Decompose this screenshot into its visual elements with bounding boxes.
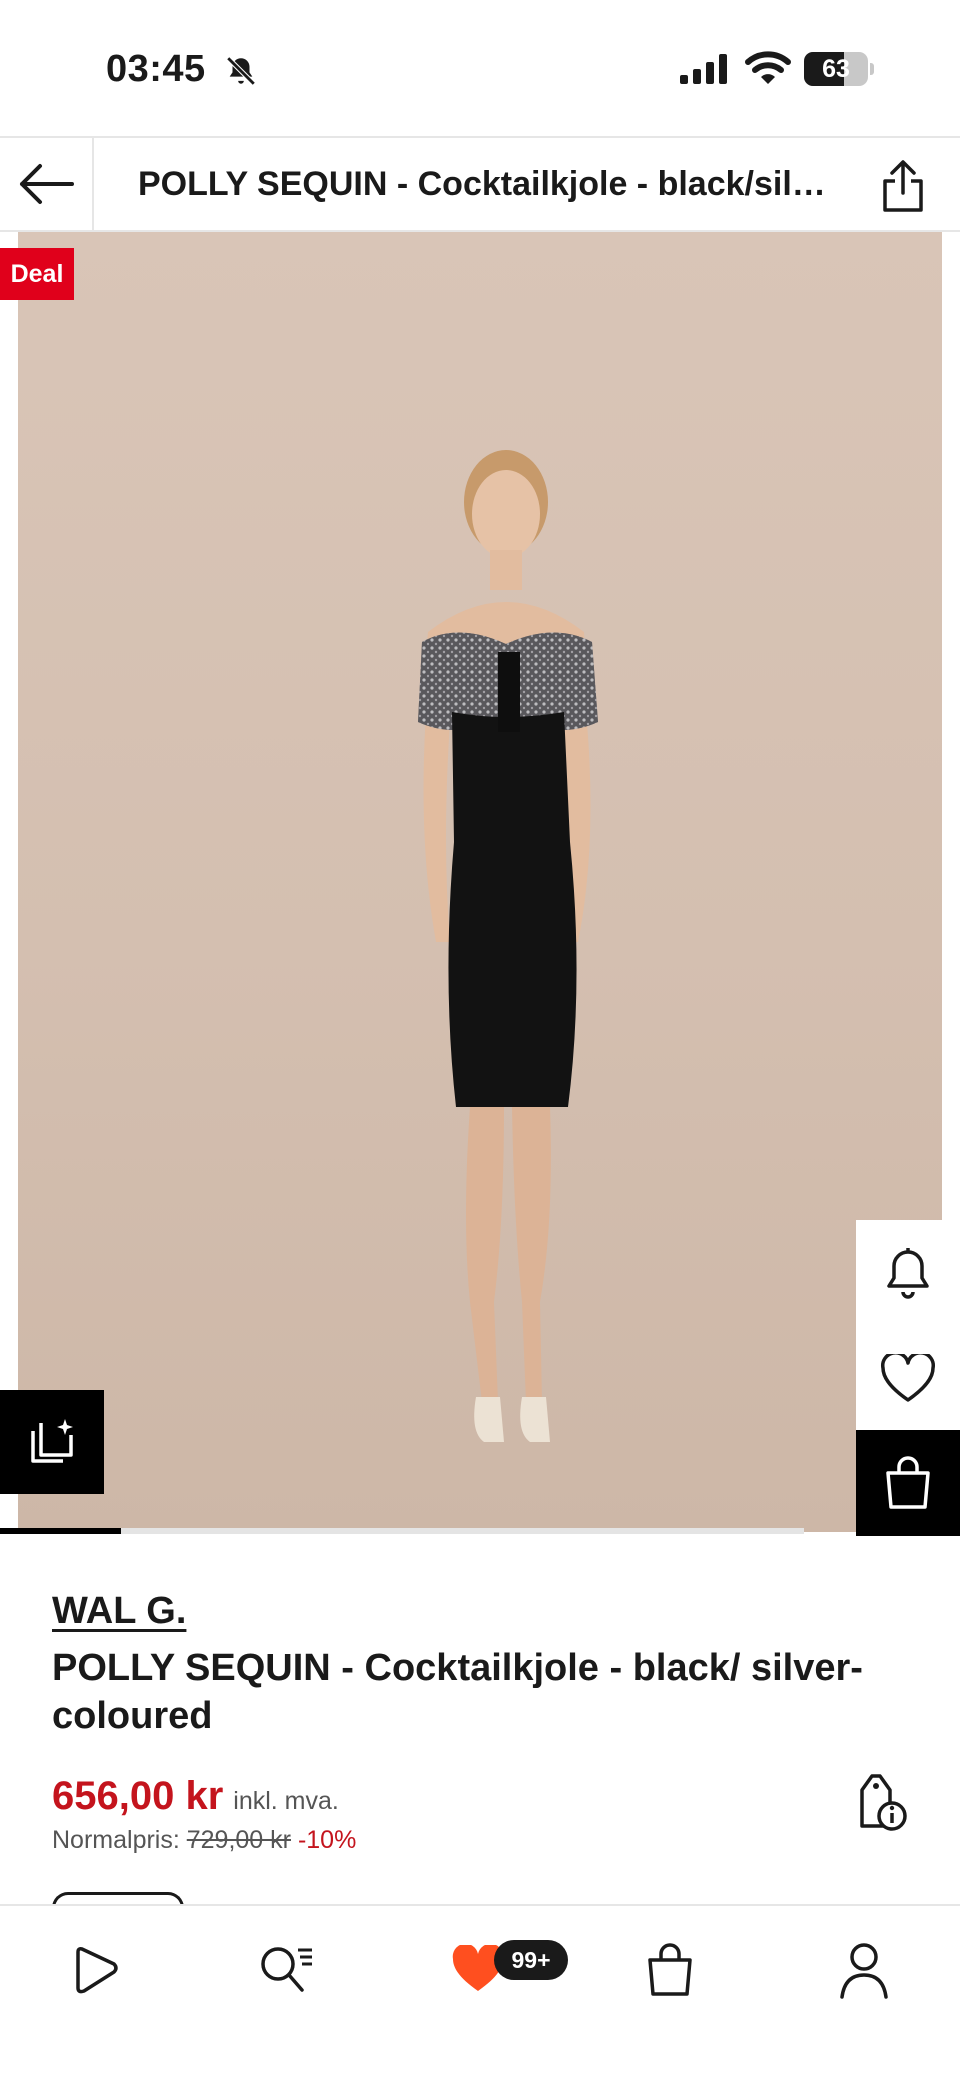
wifi-icon xyxy=(745,51,791,84)
share-icon xyxy=(883,160,923,212)
back-button[interactable] xyxy=(0,138,94,230)
share-button[interactable] xyxy=(870,156,936,216)
similar-items-button[interactable] xyxy=(0,1390,104,1494)
similar-items-icon xyxy=(31,1419,73,1463)
tab-bag[interactable] xyxy=(622,1930,718,2010)
gallery-progress-bar xyxy=(0,1528,804,1534)
status-time: 03:45 xyxy=(106,48,206,90)
home-icon xyxy=(76,1947,118,1994)
tab-home[interactable] xyxy=(48,1930,144,2010)
current-price: 656,00 kr xyxy=(52,1774,224,1818)
normal-price-row: Normalpris: 729,00 kr -10% xyxy=(52,1826,356,1855)
price-info-button[interactable] xyxy=(852,1772,908,1832)
status-bar: 03:45 63 xyxy=(0,0,960,136)
price-tag-info-icon xyxy=(860,1774,907,1831)
price-row: 656,00 kr inkl. mva. xyxy=(52,1774,339,1819)
vat-note: inkl. mva. xyxy=(233,1787,339,1815)
bag-icon xyxy=(648,1943,692,1996)
search-icon xyxy=(261,1947,312,1992)
shopping-bag-icon xyxy=(886,1456,930,1509)
product-title: POLLY SEQUIN - Cocktailkjole - black/ si… xyxy=(52,1647,863,1737)
signal-icon xyxy=(680,54,727,84)
add-to-bag-button[interactable] xyxy=(856,1430,960,1536)
product-side-actions xyxy=(856,1220,960,1536)
bell-muted-icon xyxy=(226,56,256,86)
deal-badge: Deal xyxy=(0,248,74,300)
price-alert-button[interactable] xyxy=(856,1220,960,1326)
model-photo xyxy=(418,450,598,1442)
product-image[interactable] xyxy=(18,232,942,1532)
account-icon xyxy=(840,1943,888,1999)
tab-search[interactable] xyxy=(238,1930,334,2010)
arrow-left-icon xyxy=(20,164,74,204)
bell-icon xyxy=(887,1248,929,1299)
normal-price-label: Normalpris: xyxy=(52,1826,180,1854)
bottom-tab-bar: 99+ xyxy=(0,1904,960,2086)
gallery-progress-fill xyxy=(0,1528,121,1534)
top-nav: POLLY SEQUIN - Cocktailkjole - black/sil… xyxy=(0,136,960,232)
wishlist-count-badge: 99+ xyxy=(494,1940,568,1980)
old-price: 729,00 kr xyxy=(186,1826,291,1854)
tab-account[interactable] xyxy=(816,1930,912,2010)
page-title: POLLY SEQUIN - Cocktailkjole - black/sil… xyxy=(138,165,838,203)
add-to-wishlist-button[interactable] xyxy=(856,1326,960,1432)
discount-badge: -10% xyxy=(297,1826,357,1854)
brand-link[interactable]: WAL G. xyxy=(52,1590,186,1633)
battery-icon: 63 xyxy=(804,52,874,86)
heart-icon xyxy=(881,1354,935,1402)
battery-level: 63 xyxy=(822,55,850,83)
